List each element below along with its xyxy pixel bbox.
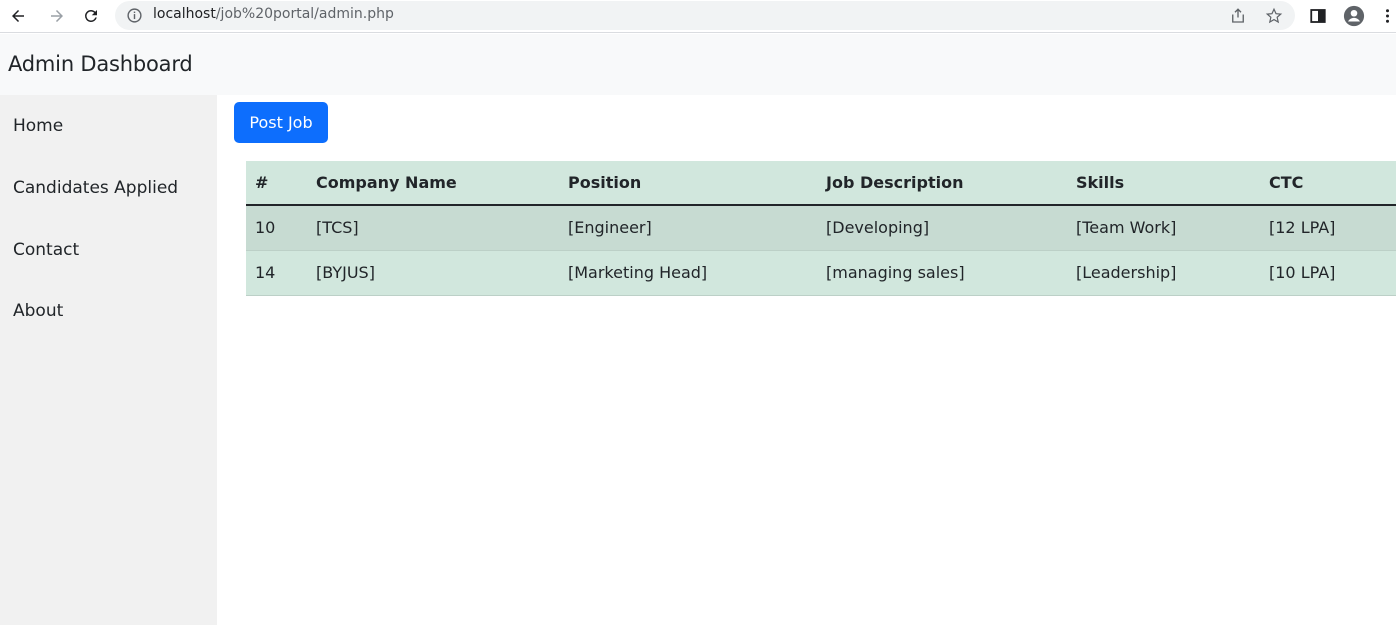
cell-job-description: [managing sales]: [817, 250, 1067, 296]
cell-ctc: [10 LPA]: [1260, 250, 1396, 296]
cell-id: 10: [246, 205, 307, 251]
column-header-id: #: [246, 161, 307, 206]
cell-position: [Engineer]: [559, 205, 817, 251]
cell-job-description: [Developing]: [817, 205, 1067, 251]
more-menu-icon[interactable]: [1380, 5, 1394, 27]
table-header-row: # Company Name Position Job Description …: [246, 161, 1396, 206]
sidebar-item-candidates-applied[interactable]: Candidates Applied: [0, 157, 217, 218]
column-header-job-description: Job Description: [817, 161, 1067, 206]
column-header-position: Position: [559, 161, 817, 206]
profile-avatar-icon[interactable]: [1343, 5, 1365, 27]
table-row: 10 [TCS] [Engineer] [Developing] [Team W…: [246, 205, 1396, 251]
url-host: localhost: [153, 6, 216, 22]
column-header-ctc: CTC: [1260, 161, 1396, 206]
page-title: Admin Dashboard: [8, 52, 193, 76]
sidebar-item-about[interactable]: About: [0, 280, 217, 341]
cell-ctc: [12 LPA]: [1260, 205, 1396, 251]
cell-company-name: [BYJUS]: [307, 250, 559, 296]
url-text: localhost/job%20portal/admin.php: [153, 6, 394, 22]
back-arrow-icon[interactable]: [6, 4, 30, 28]
cell-id: 14: [246, 250, 307, 296]
column-header-skills: Skills: [1067, 161, 1260, 206]
column-header-company-name: Company Name: [307, 161, 559, 206]
jobs-table: # Company Name Position Job Description …: [246, 161, 1396, 296]
page-header: Admin Dashboard: [0, 34, 1396, 95]
browser-toolbar: localhost/job%20portal/admin.php: [0, 0, 1396, 33]
cell-skills: [Team Work]: [1067, 205, 1260, 251]
share-icon[interactable]: [1229, 7, 1247, 25]
url-path: /job%20portal/admin.php: [215, 6, 394, 22]
forward-arrow-icon[interactable]: [45, 4, 69, 28]
cell-company-name: [TCS]: [307, 205, 559, 251]
table-row: 14 [BYJUS] [Marketing Head] [managing sa…: [246, 250, 1396, 296]
sidebar-item-home[interactable]: Home: [0, 95, 217, 156]
address-bar[interactable]: localhost/job%20portal/admin.php: [115, 1, 1295, 30]
bookmark-star-icon[interactable]: [1265, 7, 1283, 25]
sidebar-item-contact[interactable]: Contact: [0, 219, 217, 280]
info-icon[interactable]: [126, 7, 143, 24]
side-panel-icon[interactable]: [1307, 5, 1329, 27]
cell-skills: [Leadership]: [1067, 250, 1260, 296]
sidebar: Home Candidates Applied Contact About: [0, 95, 217, 625]
reload-icon[interactable]: [79, 4, 103, 28]
post-job-button[interactable]: Post Job: [234, 102, 328, 143]
cell-position: [Marketing Head]: [559, 250, 817, 296]
